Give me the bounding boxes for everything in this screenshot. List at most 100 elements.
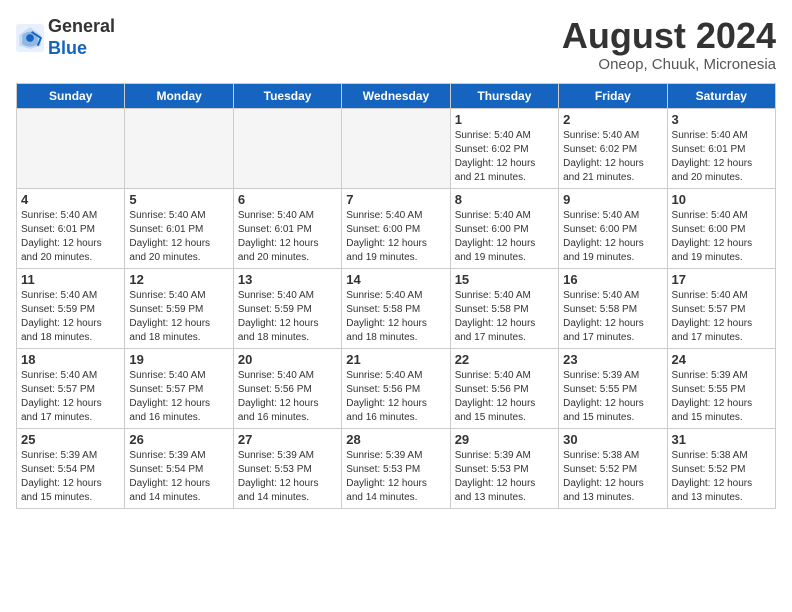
day-info: Sunrise: 5:40 AMSunset: 6:00 PMDaylight:… <box>563 209 662 265</box>
day-info: Sunrise: 5:40 AMSunset: 6:01 PMDaylight:… <box>238 209 337 265</box>
day-info: Sunrise: 5:40 AMSunset: 5:57 PMDaylight:… <box>672 289 771 345</box>
day-number: 3 <box>672 112 771 127</box>
calendar-cell: 2 Sunrise: 5:40 AMSunset: 6:02 PMDaylight… <box>559 108 667 188</box>
day-info: Sunrise: 5:39 AMSunset: 5:55 PMDaylight:… <box>563 369 662 425</box>
day-number: 18 <box>21 352 120 367</box>
calendar-cell: 1Sunrise: 5:40 AMSunset: 6:02 PMDaylight… <box>450 108 558 188</box>
calendar-cell: 15 Sunrise: 5:40 AMSunset: 5:58 PMDayligh… <box>450 268 558 348</box>
calendar-cell: 26 Sunrise: 5:39 AMSunset: 5:54 PMDayligh… <box>125 428 233 508</box>
day-number: 10 <box>672 192 771 207</box>
day-info: Sunrise: 5:40 AMSunset: 6:01 PMDaylight:… <box>21 209 120 265</box>
day-number: 14 <box>346 272 445 287</box>
calendar-cell: 30Sunrise: 5:38 AMSunset: 5:52 PMDayligh… <box>559 428 667 508</box>
day-info: Sunrise: 5:40 AMSunset: 6:02 PMDaylight:… <box>563 129 662 185</box>
day-number: 11 <box>21 272 120 287</box>
day-info: Sunrise: 5:38 AMSunset: 5:52 PMDaylight:… <box>672 449 771 505</box>
day-number: 24 <box>672 352 771 367</box>
calendar-cell: 21Sunrise: 5:40 AMSunset: 5:56 PMDayligh… <box>342 348 450 428</box>
calendar-cell: 25 Sunrise: 5:39 AMSunset: 5:54 PMDayligh… <box>17 428 125 508</box>
day-info: Sunrise: 5:40 AMSunset: 5:59 PMDaylight:… <box>129 289 228 345</box>
day-number: 5 <box>129 192 228 207</box>
week-row-2: 4 Sunrise: 5:40 AMSunset: 6:01 PMDaylight… <box>17 188 776 268</box>
calendar-cell: 11Sunrise: 5:40 AMSunset: 5:59 PMDayligh… <box>17 268 125 348</box>
logo: General Blue <box>16 16 115 59</box>
calendar-cell: 9Sunrise: 5:40 AMSunset: 6:00 PMDaylight… <box>559 188 667 268</box>
day-info: Sunrise: 5:39 AMSunset: 5:53 PMDaylight:… <box>455 449 554 505</box>
logo-blue: Blue <box>48 38 87 58</box>
day-info: Sunrise: 5:39 AMSunset: 5:54 PMDaylight:… <box>129 449 228 505</box>
calendar-cell: 17Sunrise: 5:40 AMSunset: 5:57 PMDayligh… <box>667 268 775 348</box>
day-number: 4 <box>21 192 120 207</box>
calendar-cell: 6 Sunrise: 5:40 AMSunset: 6:01 PMDaylight… <box>233 188 341 268</box>
calendar-title: August 2024 <box>562 16 776 56</box>
day-number: 2 <box>563 112 662 127</box>
logo-general: General <box>48 16 115 36</box>
calendar-cell <box>233 108 341 188</box>
day-number: 27 <box>238 432 337 447</box>
week-row-1: 1Sunrise: 5:40 AMSunset: 6:02 PMDaylight… <box>17 108 776 188</box>
calendar-cell: 18 Sunrise: 5:40 AMSunset: 5:57 PMDayligh… <box>17 348 125 428</box>
calendar-cell: 4 Sunrise: 5:40 AMSunset: 6:01 PMDaylight… <box>17 188 125 268</box>
calendar-cell <box>17 108 125 188</box>
weekday-header-tuesday: Tuesday <box>233 83 341 108</box>
day-info: Sunrise: 5:40 AMSunset: 5:57 PMDaylight:… <box>129 369 228 425</box>
day-info: Sunrise: 5:39 AMSunset: 5:54 PMDaylight:… <box>21 449 120 505</box>
day-info: Sunrise: 5:40 AMSunset: 5:58 PMDaylight:… <box>346 289 445 345</box>
calendar-cell: 22Sunrise: 5:40 AMSunset: 5:56 PMDayligh… <box>450 348 558 428</box>
header: General Blue August 2024 Oneop, Chuuk, M… <box>16 16 776 73</box>
day-number: 16 <box>563 272 662 287</box>
day-number: 19 <box>129 352 228 367</box>
day-number: 12 <box>129 272 228 287</box>
calendar-cell: 16 Sunrise: 5:40 AMSunset: 5:58 PMDayligh… <box>559 268 667 348</box>
calendar-cell: 31Sunrise: 5:38 AMSunset: 5:52 PMDayligh… <box>667 428 775 508</box>
day-info: Sunrise: 5:39 AMSunset: 5:53 PMDaylight:… <box>346 449 445 505</box>
weekday-header-row: SundayMondayTuesdayWednesdayThursdayFrid… <box>17 83 776 108</box>
calendar-cell: 10Sunrise: 5:40 AMSunset: 6:00 PMDayligh… <box>667 188 775 268</box>
day-number: 25 <box>21 432 120 447</box>
calendar-cell <box>342 108 450 188</box>
day-number: 23 <box>563 352 662 367</box>
calendar-cell: 3 Sunrise: 5:40 AMSunset: 6:01 PMDaylight… <box>667 108 775 188</box>
day-info: Sunrise: 5:40 AMSunset: 5:57 PMDaylight:… <box>21 369 120 425</box>
day-info: Sunrise: 5:40 AMSunset: 6:01 PMDaylight:… <box>672 129 771 185</box>
week-row-3: 11 Sunrise: 5:40 AMSunset: 5:59 PMDayligh… <box>17 268 776 348</box>
calendar-cell: 29 Sunrise: 5:39 AMSunset: 5:53 PMDayligh… <box>450 428 558 508</box>
day-info: Sunrise: 5:40 AMSunset: 5:58 PMDaylight:… <box>563 289 662 345</box>
day-info: Sunrise: 5:39 AMSunset: 5:53 PMDaylight:… <box>238 449 337 505</box>
day-number: 8 <box>455 192 554 207</box>
calendar-cell <box>125 108 233 188</box>
weekday-header-sunday: Sunday <box>17 83 125 108</box>
day-info: Sunrise: 5:40 AMSunset: 5:58 PMDaylight:… <box>455 289 554 345</box>
day-number: 7 <box>346 192 445 207</box>
calendar-cell: 8 Sunrise: 5:40 AMSunset: 6:00 PMDaylight… <box>450 188 558 268</box>
calendar-cell: 5Sunrise: 5:40 AMSunset: 6:01 PMDaylight… <box>125 188 233 268</box>
day-info: Sunrise: 5:40 AMSunset: 6:02 PMDaylight:… <box>455 129 554 185</box>
day-number: 28 <box>346 432 445 447</box>
day-info: Sunrise: 5:39 AMSunset: 5:55 PMDaylight:… <box>672 369 771 425</box>
day-number: 13 <box>238 272 337 287</box>
day-number: 26 <box>129 432 228 447</box>
calendar-cell: 20Sunrise: 5:40 AMSunset: 5:56 PMDayligh… <box>233 348 341 428</box>
calendar-subtitle: Oneop, Chuuk, Micronesia <box>562 56 776 73</box>
day-info: Sunrise: 5:38 AMSunset: 5:52 PMDaylight:… <box>563 449 662 505</box>
day-info: Sunrise: 5:40 AMSunset: 5:56 PMDaylight:… <box>346 369 445 425</box>
week-row-4: 18 Sunrise: 5:40 AMSunset: 5:57 PMDayligh… <box>17 348 776 428</box>
day-number: 15 <box>455 272 554 287</box>
weekday-header-saturday: Saturday <box>667 83 775 108</box>
day-number: 20 <box>238 352 337 367</box>
calendar-cell: 24 Sunrise: 5:39 AMSunset: 5:55 PMDayligh… <box>667 348 775 428</box>
day-info: Sunrise: 5:40 AMSunset: 6:00 PMDaylight:… <box>455 209 554 265</box>
calendar-table: SundayMondayTuesdayWednesdayThursdayFrid… <box>16 83 776 509</box>
day-info: Sunrise: 5:40 AMSunset: 5:56 PMDaylight:… <box>455 369 554 425</box>
weekday-header-friday: Friday <box>559 83 667 108</box>
day-number: 29 <box>455 432 554 447</box>
weekday-header-wednesday: Wednesday <box>342 83 450 108</box>
week-row-5: 25 Sunrise: 5:39 AMSunset: 5:54 PMDayligh… <box>17 428 776 508</box>
calendar-cell: 13Sunrise: 5:40 AMSunset: 5:59 PMDayligh… <box>233 268 341 348</box>
calendar-cell: 14 Sunrise: 5:40 AMSunset: 5:58 PMDayligh… <box>342 268 450 348</box>
calendar-cell: 7Sunrise: 5:40 AMSunset: 6:00 PMDaylight… <box>342 188 450 268</box>
title-area: August 2024 Oneop, Chuuk, Micronesia <box>562 16 776 73</box>
calendar-cell: 12 Sunrise: 5:40 AMSunset: 5:59 PMDayligh… <box>125 268 233 348</box>
day-number: 6 <box>238 192 337 207</box>
weekday-header-thursday: Thursday <box>450 83 558 108</box>
